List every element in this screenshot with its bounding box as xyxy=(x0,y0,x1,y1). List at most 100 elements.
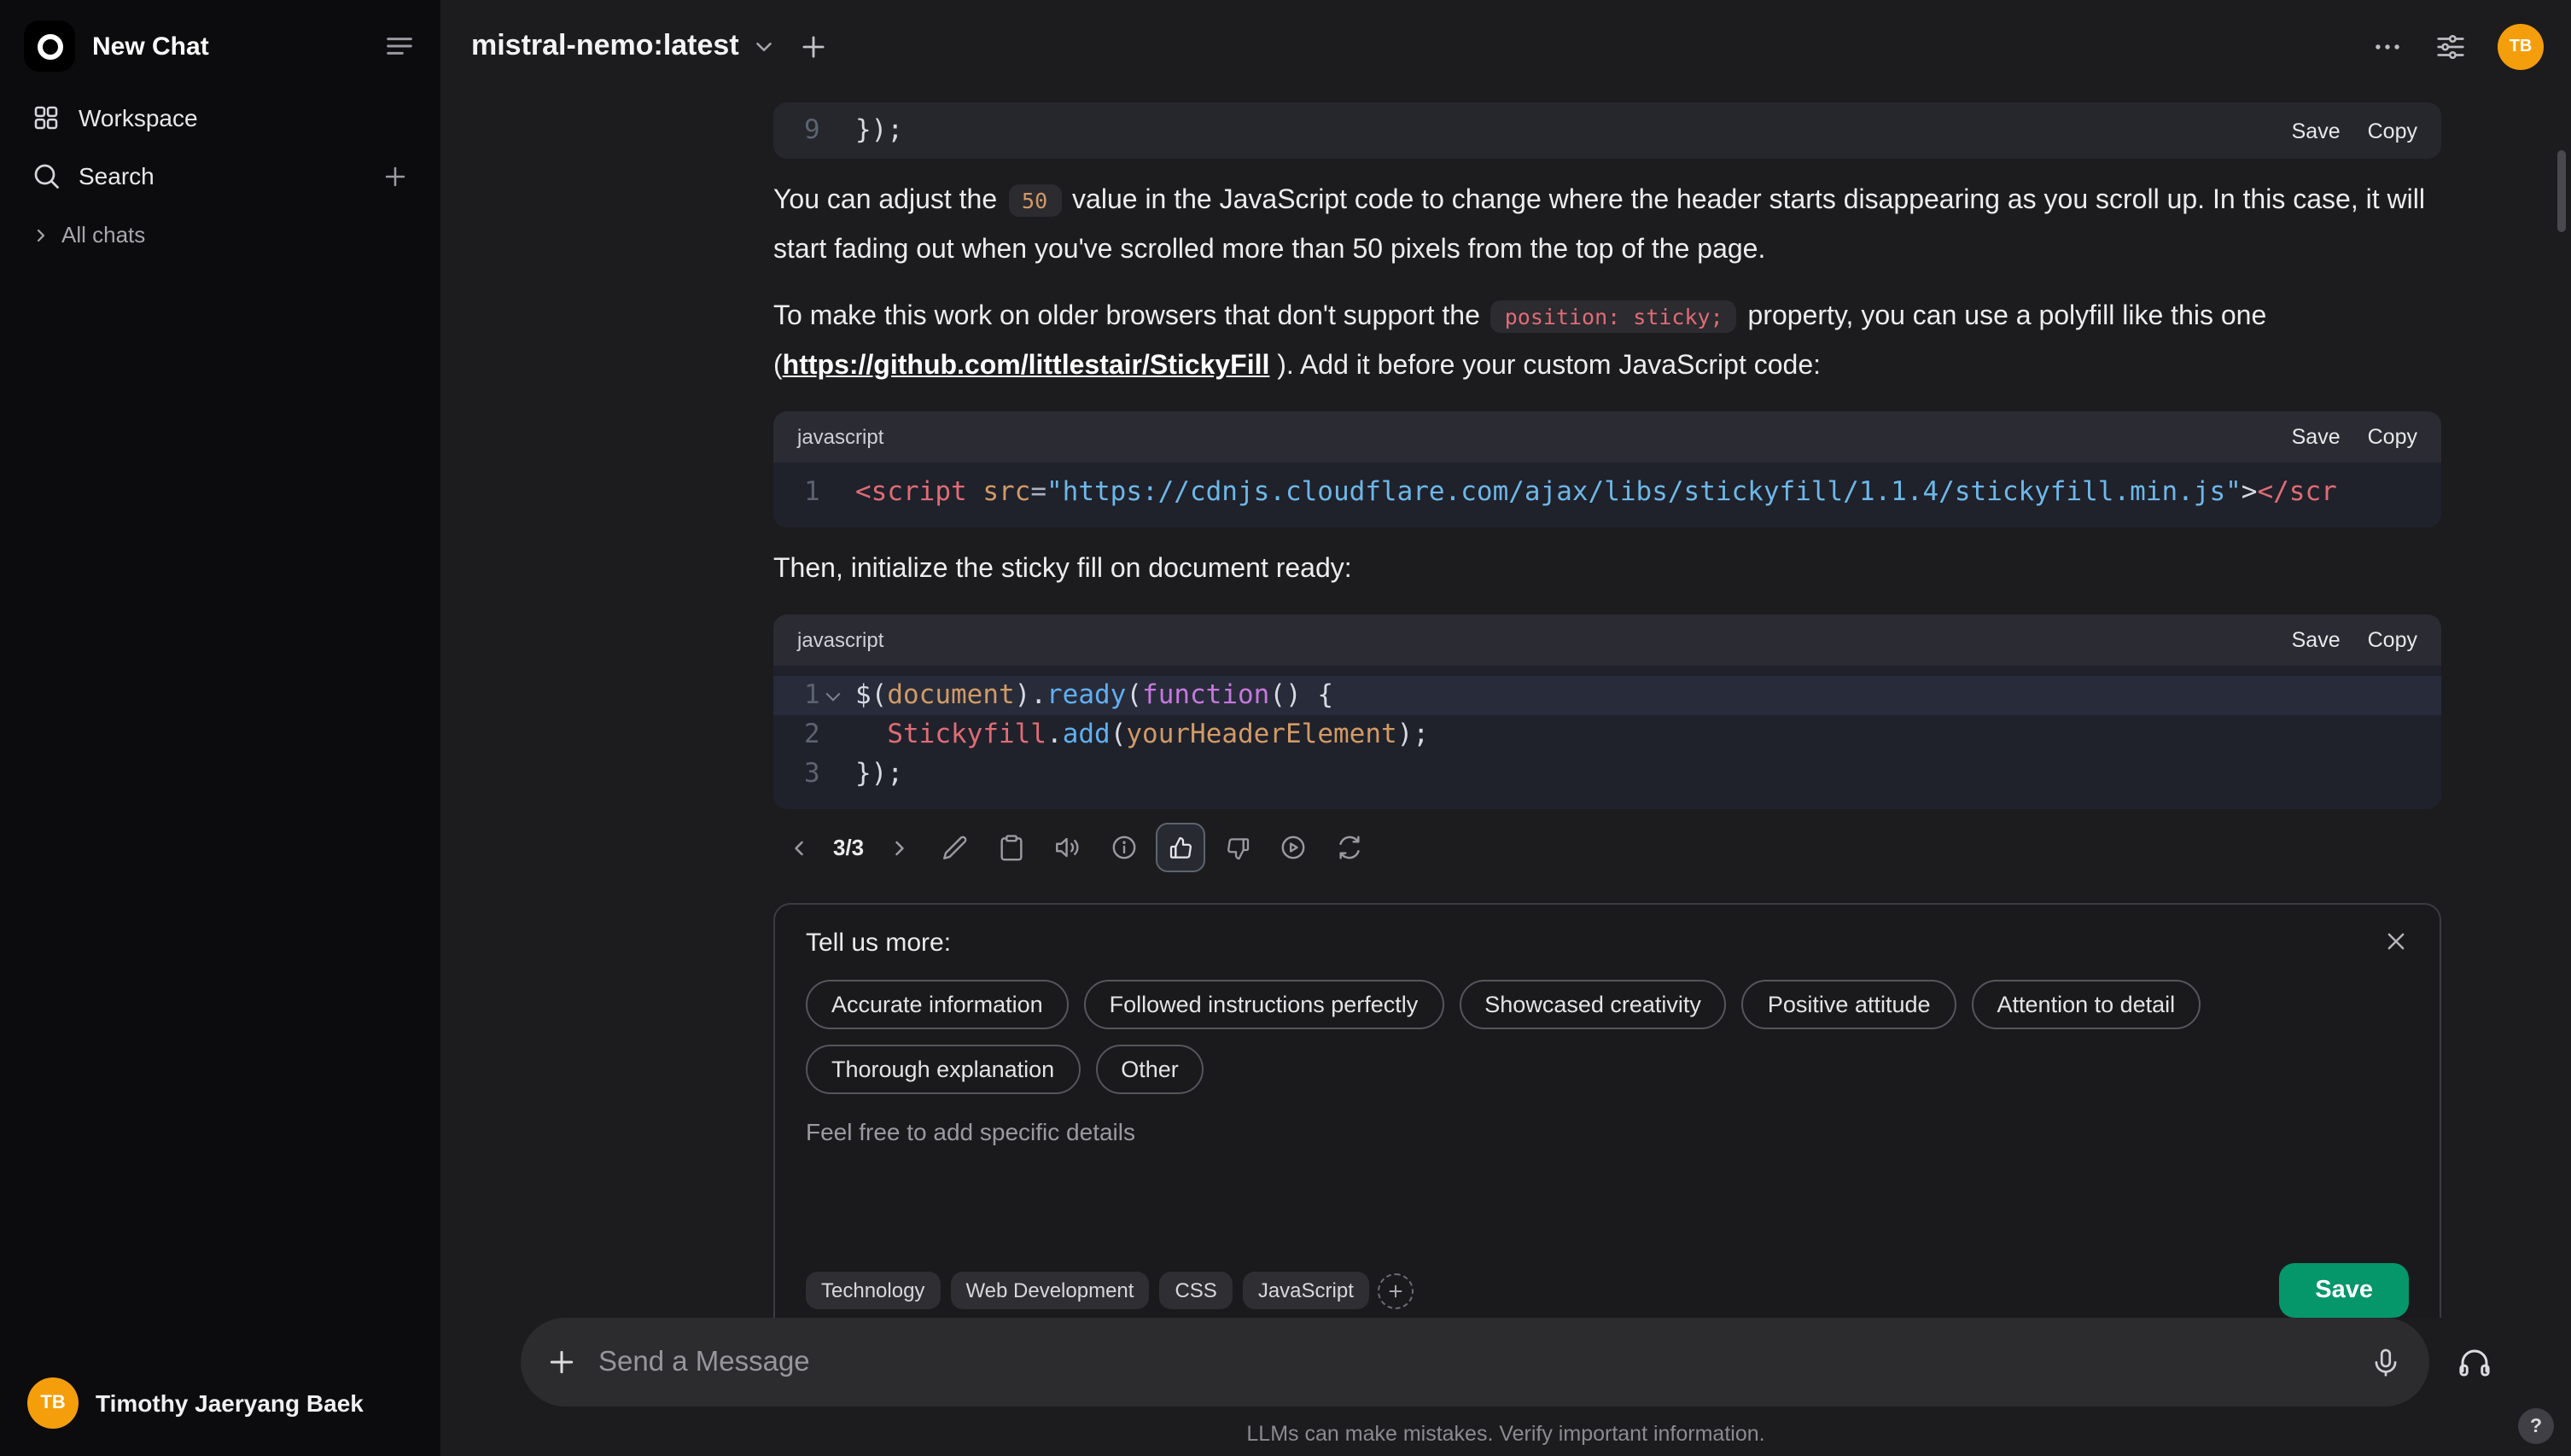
feedback-save-button[interactable]: Save xyxy=(2279,1263,2409,1318)
code-block: javascript Save Copy 1 $(document).ready(… xyxy=(773,614,2441,809)
sidebar-header: New Chat xyxy=(17,14,423,89)
help-button[interactable]: ? xyxy=(2518,1408,2554,1444)
feedback-tags: Technology Web Development CSS JavaScript xyxy=(806,1272,1369,1309)
code-save-button[interactable]: Save xyxy=(2292,425,2341,449)
code-save-button[interactable]: Save xyxy=(2292,119,2341,143)
attach-button[interactable] xyxy=(544,1345,578,1379)
feedback-option-pill[interactable]: Thorough explanation xyxy=(806,1045,1081,1094)
feedback-card: Tell us more: Accurate information Follow… xyxy=(773,903,2441,1318)
message-input[interactable] xyxy=(598,1346,2369,1378)
plus-icon xyxy=(381,161,410,190)
sidebar-toggle-button[interactable] xyxy=(382,29,417,63)
top-bar: mistral-nemo:latest TB xyxy=(440,0,2571,92)
code-copy-button[interactable]: Copy xyxy=(2368,628,2417,652)
paragraph-text: To make this work on older browsers that… xyxy=(773,302,1488,331)
line-number: 1 xyxy=(773,676,855,715)
code-content: 9}); xyxy=(773,102,2441,159)
inline-code: 50 xyxy=(1008,184,1062,217)
assistant-paragraph: To make this work on older browsers that… xyxy=(773,292,2441,391)
prev-response-button[interactable] xyxy=(773,823,823,872)
code-block-partial: 9}); Save Copy xyxy=(773,102,2441,159)
code-block: javascript Save Copy 1 <script src="https… xyxy=(773,411,2441,527)
feedback-option-pill[interactable]: Followed instructions perfectly xyxy=(1083,980,1444,1029)
info-button[interactable] xyxy=(1099,823,1149,872)
line-number: 1 xyxy=(804,476,820,507)
edit-button[interactable] xyxy=(930,823,980,872)
feedback-option-pill[interactable]: Other xyxy=(1095,1045,1204,1094)
sidebar-item-all-chats[interactable]: All chats xyxy=(17,205,423,265)
feedback-tag[interactable]: CSS xyxy=(1159,1272,1233,1309)
feedback-tag[interactable]: Web Development xyxy=(950,1272,1150,1309)
code-block-header: javascript Save Copy xyxy=(773,411,2441,463)
code-copy-button[interactable]: Copy xyxy=(2368,119,2417,143)
menu-lines-icon xyxy=(382,29,417,63)
voice-input-button[interactable] xyxy=(2369,1346,2401,1378)
info-icon xyxy=(1110,833,1139,862)
regenerate-button[interactable] xyxy=(1325,823,1374,872)
workspace-icon xyxy=(31,102,61,133)
chat-scroll-area[interactable]: 9}); Save Copy You can adjust the 50 val… xyxy=(440,92,2571,1318)
continue-response-button[interactable] xyxy=(1268,823,1318,872)
feedback-details-input[interactable] xyxy=(806,1118,2409,1248)
code-language-label: javascript xyxy=(797,628,884,652)
thumbs-up-button[interactable] xyxy=(1156,823,1206,872)
polyfill-link[interactable]: https://github.com/littlestair/StickyFil… xyxy=(783,352,1270,381)
voice-call-button[interactable] xyxy=(2456,1344,2492,1380)
composer-area: LLMs can make mistakes. Verify important… xyxy=(440,1318,2571,1456)
feedback-close-button[interactable] xyxy=(2383,929,2409,954)
model-selector[interactable]: mistral-nemo:latest xyxy=(471,29,777,63)
search-icon xyxy=(31,160,61,191)
code-line: 9}); xyxy=(773,111,2441,150)
feedback-option-pill[interactable]: Positive attitude xyxy=(1741,980,1956,1029)
sidebar-item-workspace[interactable]: Workspace xyxy=(17,89,423,147)
profile-avatar[interactable]: TB xyxy=(2498,23,2544,69)
more-options-button[interactable] xyxy=(2371,30,2404,62)
code-fold-icon[interactable] xyxy=(826,685,842,701)
code-line: 2 Stickyfill.add(yourHeaderElement); xyxy=(773,715,2441,754)
scrollbar-thumb[interactable] xyxy=(2557,150,2566,232)
sidebar: New Chat Workspace Search All chats TB T… xyxy=(0,0,440,1456)
sidebar-item-search[interactable]: Search xyxy=(17,147,423,205)
new-chat-title[interactable]: New Chat xyxy=(92,32,209,61)
code-save-button[interactable]: Save xyxy=(2292,628,2341,652)
next-response-button[interactable] xyxy=(874,823,924,872)
model-name: mistral-nemo:latest xyxy=(471,29,739,61)
thumbs-down-button[interactable] xyxy=(1212,823,1262,872)
feedback-options: Accurate information Followed instruction… xyxy=(806,980,2376,1094)
headphones-icon xyxy=(2456,1344,2492,1380)
microphone-icon xyxy=(2369,1346,2401,1378)
message-composer[interactable] xyxy=(520,1318,2428,1406)
read-aloud-button[interactable] xyxy=(1043,823,1093,872)
chevron-left-icon xyxy=(786,836,810,859)
code-content: 1 <script src="https://cdnjs.cloudflare.c… xyxy=(773,463,2441,527)
user-name: Timothy Jaeryang Baek xyxy=(96,1389,364,1417)
user-menu[interactable]: TB Timothy Jaeryang Baek xyxy=(17,1364,423,1442)
feedback-tag[interactable]: Technology xyxy=(806,1272,941,1309)
disclaimer-text: LLMs can make mistakes. Verify important… xyxy=(1246,1422,1765,1446)
sliders-icon xyxy=(2434,30,2467,62)
speaker-icon xyxy=(1053,833,1082,862)
response-pager: 3/3 xyxy=(833,835,865,860)
ellipsis-icon xyxy=(2371,30,2404,62)
plus-icon xyxy=(544,1345,578,1379)
feedback-option-pill[interactable]: Showcased creativity xyxy=(1459,980,1727,1029)
code-copy-button[interactable]: Copy xyxy=(2368,425,2417,449)
feedback-option-pill[interactable]: Accurate information xyxy=(806,980,1069,1029)
plus-icon xyxy=(1386,1281,1405,1300)
pencil-icon xyxy=(941,833,970,862)
code-line: 3}); xyxy=(773,754,2441,794)
workspace-label: Workspace xyxy=(79,104,198,131)
main-area: mistral-nemo:latest TB 9}); Save Copy Y… xyxy=(440,0,2571,1456)
assistant-paragraph: Then, initialize the sticky fill on docu… xyxy=(773,555,1352,584)
feedback-option-pill[interactable]: Attention to detail xyxy=(1971,980,2201,1029)
thumbs-up-icon xyxy=(1167,834,1194,861)
chevron-right-icon xyxy=(31,224,51,245)
feedback-tag[interactable]: JavaScript xyxy=(1242,1272,1369,1309)
chat-controls-button[interactable] xyxy=(2434,30,2467,62)
app-window: New Chat Workspace Search All chats TB T… xyxy=(0,0,2571,1456)
copy-button[interactable] xyxy=(987,823,1036,872)
new-folder-button[interactable] xyxy=(381,161,410,190)
add-tag-button[interactable] xyxy=(1377,1273,1414,1308)
new-chat-button[interactable] xyxy=(797,30,830,62)
line-number: 9 xyxy=(804,114,820,145)
